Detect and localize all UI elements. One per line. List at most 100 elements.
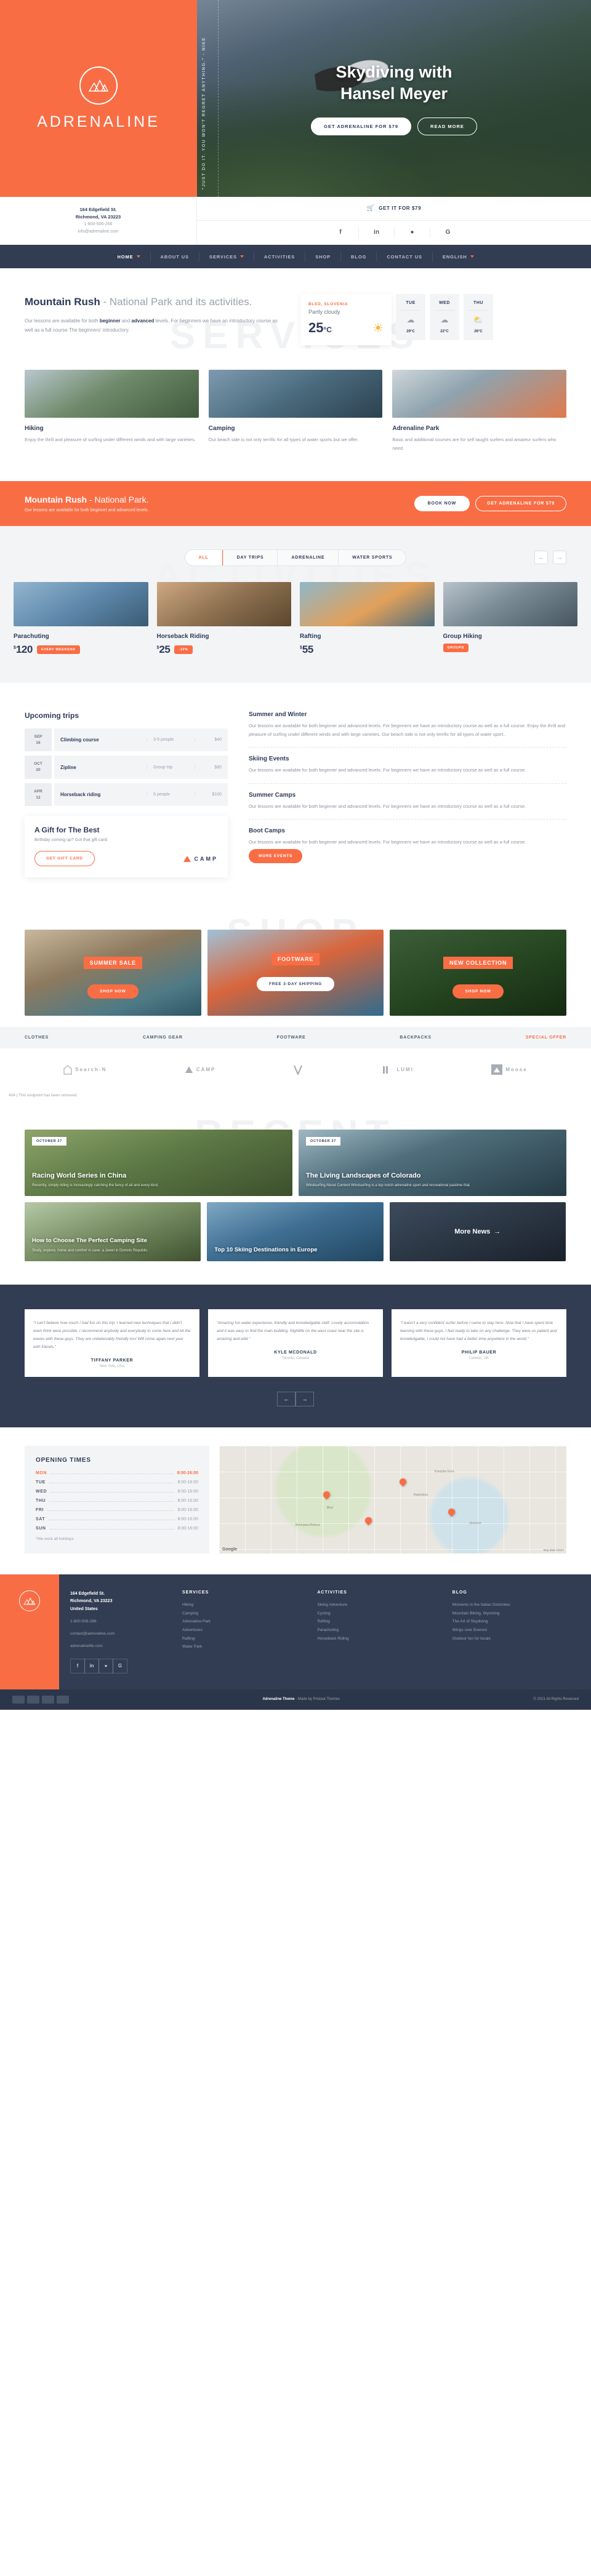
service-card-camping[interactable]: Camping Our beach side is not only terri… bbox=[208, 370, 383, 453]
brand-block[interactable]: ADRENALINE bbox=[0, 0, 197, 197]
shop-now-button[interactable]: SHOP NOW bbox=[87, 984, 139, 999]
book-now-button[interactable]: BOOK NOW bbox=[414, 495, 470, 511]
get-gift-card-button[interactable]: GET GIFT CARD bbox=[34, 851, 95, 867]
facebook-icon[interactable]: f bbox=[70, 1658, 85, 1673]
get-adrenaline-button[interactable]: GET ADRENALINE FOR $79 bbox=[475, 495, 566, 511]
free-shipping-button[interactable]: FREE 3-DAY SHIPPING bbox=[257, 977, 334, 991]
nav-item-contact-us[interactable]: CONTACT US bbox=[376, 252, 432, 261]
category-special-offer[interactable]: SPECIAL OFFER bbox=[526, 1035, 566, 1040]
linkedin-icon[interactable]: in bbox=[358, 226, 394, 238]
footer-website[interactable]: adrenalinelife.com bbox=[70, 1643, 159, 1650]
footer-link[interactable]: Adventures bbox=[182, 1626, 308, 1635]
filter-day-trips[interactable]: DAY TRIPS bbox=[222, 549, 278, 565]
shop-card-summer-sale[interactable]: SUMMER SALE SHOP NOW bbox=[25, 930, 201, 1016]
more-news-tile[interactable]: More News → bbox=[389, 1202, 566, 1261]
article-title: Boot Camps bbox=[249, 827, 285, 834]
more-events-button[interactable]: MORE EVENTS bbox=[249, 849, 303, 863]
footer-link[interactable]: Rafting bbox=[317, 1617, 443, 1626]
arrow-left-icon[interactable]: ← bbox=[534, 551, 548, 565]
shop-card-footware[interactable]: FOOTWARE FREE 3-DAY SHIPPING bbox=[207, 930, 384, 1016]
activity-card-parachuting[interactable]: Parachuting $120 EVERY WEEKEND bbox=[14, 581, 148, 656]
article-text: Our lessons are available for both begin… bbox=[249, 767, 526, 773]
filter-water-sports[interactable]: WATER SPORTS bbox=[338, 549, 406, 565]
blog-post-living-landscapes[interactable]: OCTOBER 27 The Living Landscapes of Colo… bbox=[299, 1130, 566, 1196]
footer-link[interactable]: Rafting bbox=[182, 1635, 308, 1643]
footer-link[interactable]: Moments in the Italian Dolomites bbox=[452, 1601, 579, 1609]
arrow-right-icon[interactable]: → bbox=[296, 1392, 314, 1406]
map-logo: Google bbox=[222, 1547, 238, 1552]
footer-link[interactable]: Hiking bbox=[182, 1601, 308, 1609]
category-clothes[interactable]: CLOTHES bbox=[25, 1035, 49, 1040]
footer-brand[interactable] bbox=[0, 1574, 59, 1689]
footer-link[interactable]: Cycling bbox=[317, 1609, 443, 1618]
footer-link[interactable]: Adrenaline Park bbox=[182, 1617, 308, 1626]
carousel-arrows: ← → bbox=[534, 551, 566, 565]
trips-section: Upcoming trips SEP 16 Climbing course 3-5… bbox=[0, 682, 591, 909]
hero-primary-button[interactable]: GET ADRENALINE FOR $79 bbox=[311, 118, 412, 136]
facebook-icon[interactable]: f bbox=[323, 227, 358, 238]
rain-cloud-icon: ☁ bbox=[406, 315, 415, 324]
twitter-icon[interactable]: ● bbox=[98, 1658, 113, 1673]
footer-link[interactable]: Mountain Biking, Wyoming bbox=[452, 1609, 579, 1618]
contact-phone[interactable]: 1-800-506-266 bbox=[84, 221, 113, 228]
post-title: How to Choose The Perfect Camping Site bbox=[32, 1237, 147, 1245]
activity-card-horseback-riding[interactable]: Horseback Riding $25 -10% bbox=[156, 581, 291, 656]
contact-email[interactable]: info@adrenaline.com bbox=[78, 228, 118, 235]
chevron-down-icon bbox=[470, 255, 474, 258]
footer-email[interactable]: contact@adrenaline.com bbox=[70, 1630, 159, 1638]
nav-item-shop[interactable]: SHOP bbox=[305, 252, 340, 261]
linkedin-icon[interactable]: in bbox=[84, 1658, 99, 1673]
category-backpacks[interactable]: BACKPACKS bbox=[400, 1035, 431, 1040]
shop-now-button[interactable]: SHOP NOW bbox=[452, 984, 504, 999]
trip-price: $40 bbox=[195, 738, 222, 742]
twitter-icon[interactable]: ● bbox=[394, 226, 430, 238]
table-row[interactable]: SEP 16 Climbing course 3-5 people $40 bbox=[25, 728, 228, 752]
nav-item-activities[interactable]: ACTIVITIES bbox=[253, 252, 305, 261]
hero-secondary-button[interactable]: READ MORE bbox=[417, 118, 477, 136]
service-card-hiking[interactable]: Hiking Enjoy the thrill and pleasure of … bbox=[25, 370, 199, 453]
shop-card-new-collection[interactable]: NEW COLLECTION SHOP NOW bbox=[390, 930, 567, 1016]
blog-post-racing-world-series[interactable]: OCTOBER 27 Racing World Series in China … bbox=[25, 1130, 292, 1196]
sun-cloud-icon: ⛅ bbox=[473, 315, 484, 324]
nav-item-home[interactable]: HOME bbox=[107, 252, 150, 261]
blog-post-perfect-camping-site[interactable]: How to Choose The Perfect Camping Site S… bbox=[25, 1202, 201, 1261]
location-map[interactable]: Bled Bohinjska Bistrica Radovljica Kranj… bbox=[219, 1446, 566, 1553]
nav-item-blog[interactable]: BLOG bbox=[340, 252, 376, 261]
activity-image bbox=[443, 581, 577, 626]
google-plus-icon[interactable]: G bbox=[430, 226, 465, 238]
activity-card-rafting[interactable]: Rafting $55 bbox=[300, 581, 435, 656]
table-row[interactable]: OCT 20 Zipline Group trip $80 bbox=[25, 756, 228, 779]
trip-people: Group trip bbox=[147, 765, 195, 770]
more-news-link[interactable]: More News → bbox=[454, 1228, 501, 1235]
nav-item-services[interactable]: SERVICES bbox=[198, 252, 254, 261]
category-footware[interactable]: FOOTWARE bbox=[277, 1035, 306, 1040]
arrow-left-icon[interactable]: ← bbox=[277, 1392, 296, 1406]
filter-all[interactable]: ALL bbox=[185, 549, 223, 565]
service-card-adrenaline-park[interactable]: Adrenaline Park Basic and additional cou… bbox=[392, 370, 567, 453]
footer-link[interactable]: The Art of Skydiving bbox=[452, 1617, 579, 1626]
nav-item-about-us[interactable]: ABOUT US bbox=[150, 252, 199, 261]
footer-link[interactable]: Horseback Riding bbox=[317, 1635, 443, 1643]
footer-link[interactable]: Water Park bbox=[182, 1643, 308, 1651]
endpoint-note: 404 | This endpoint has been removed bbox=[9, 1093, 77, 1098]
footer-link[interactable]: Skiing Adventure bbox=[317, 1601, 443, 1609]
nav-label: ABOUT US bbox=[160, 253, 189, 260]
arrow-right-icon[interactable]: → bbox=[553, 551, 566, 565]
google-plus-icon[interactable]: G bbox=[113, 1658, 127, 1673]
footer-link[interactable]: Parachuting bbox=[317, 1626, 443, 1635]
nav-item-english[interactable]: ENGLISH bbox=[432, 252, 484, 261]
table-row[interactable]: APR 12 Horseback riding 5 people $100 bbox=[25, 783, 228, 807]
opening-times-panel: OPENING TIMES MON 8:00-16:00 TUE 8:00-16:0… bbox=[25, 1446, 209, 1553]
blog-post-top-10-skiing[interactable]: Top 10 Skiing Destinations in Europe bbox=[207, 1202, 384, 1261]
cart-button[interactable]: 🛒 GET IT FOR $79 bbox=[197, 197, 591, 221]
activity-card-group-hiking[interactable]: Group Hiking GROUPS bbox=[443, 581, 577, 656]
footer-phone[interactable]: 1-800-506-266 bbox=[70, 1618, 159, 1625]
filter-adrenaline[interactable]: ADRENALINE bbox=[277, 549, 338, 565]
footer-link[interactable]: Camping bbox=[182, 1609, 308, 1618]
post-title: Top 10 Skiing Destinations in Europe bbox=[214, 1246, 318, 1253]
contact-bar: 164 Edgefield St. Richmond, VA 23223 1-8… bbox=[0, 197, 591, 245]
testimonial-name: TIFFANY PARKER bbox=[90, 1358, 134, 1363]
category-camping-gear[interactable]: CAMPING GEAR bbox=[143, 1035, 183, 1040]
footer-link[interactable]: Outdoor fun for locals bbox=[452, 1635, 579, 1643]
footer-link[interactable]: Wings over Everest bbox=[452, 1626, 579, 1635]
